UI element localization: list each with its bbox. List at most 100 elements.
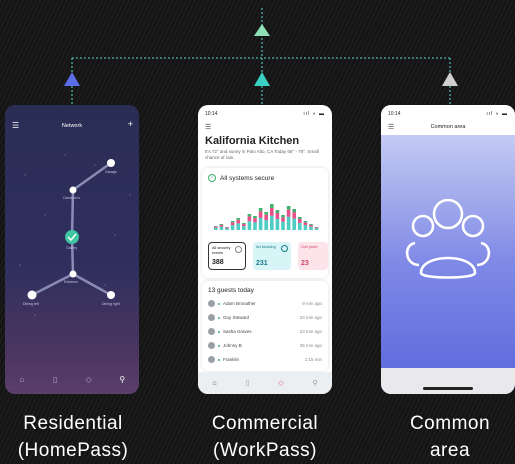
- online-dot-icon: [218, 359, 220, 361]
- guests-card[interactable]: 13 guests today Adam Bronather 9 min ago…: [202, 281, 328, 371]
- stat-value: 23: [301, 260, 309, 267]
- commercial-phone-screen: 10:14 ııl ◗ ▬ ☰ Kalifornia Kitchen It's …: [198, 105, 332, 394]
- network-icon[interactable]: ⚲: [112, 375, 132, 384]
- guests-title: 13 guests today: [208, 287, 254, 294]
- status-time: 10:14: [205, 111, 218, 117]
- chart-bar-segment: [303, 225, 308, 230]
- shield-icon[interactable]: ◇: [79, 375, 99, 384]
- chart-bar-segment: [270, 204, 274, 208]
- chart-bar-segment: [275, 219, 280, 230]
- menu-icon[interactable]: ☰: [205, 123, 211, 131]
- caption-line: Common: [409, 413, 491, 434]
- home-icon[interactable]: ⌂: [212, 380, 216, 387]
- chart-bar-segment: [214, 226, 218, 228]
- security-card[interactable]: ✓ All systems secure All security events…: [202, 168, 328, 278]
- stat-online-protection[interactable]: Onli prote 23: [298, 242, 328, 270]
- online-dot-icon: [218, 345, 220, 347]
- common-header: 10:14 ııl ◗ ▬ ☰ Common area: [381, 105, 515, 135]
- node-dining-right: [107, 291, 115, 299]
- chart-bar-segment: [298, 218, 302, 223]
- add-icon[interactable]: +: [128, 119, 133, 129]
- node-label-gallery: Gallery: [66, 246, 77, 250]
- chart-bar-segment: [309, 226, 313, 230]
- chart-bar-segment: [286, 216, 291, 230]
- online-dot-icon: [218, 317, 220, 319]
- stat-label: Ad blocking: [256, 245, 276, 249]
- security-bar-chart: [208, 193, 322, 231]
- stat-security-events[interactable]: All security events 388: [208, 242, 246, 270]
- chart-bar-segment: [314, 228, 319, 230]
- chart-bar-segment: [253, 216, 257, 219]
- chart-bar-segment: [236, 223, 240, 230]
- status-bar: 10:14 ııl ◗ ▬: [388, 111, 508, 119]
- stat-value: 231: [256, 260, 268, 267]
- avatar: [208, 328, 215, 335]
- stat-ad-blocking[interactable]: Ad blocking 231: [253, 242, 291, 270]
- commercial-bottom-nav: ⌂ ▯ ◇ ⚲: [198, 372, 332, 394]
- chart-bar-segment: [253, 218, 257, 223]
- caption-line: Residential: [23, 413, 123, 434]
- caption-line: Commercial: [211, 413, 319, 434]
- node-camerons: [69, 186, 77, 194]
- node-label-dining-right: Dining right: [102, 302, 120, 306]
- chart-bar-segment: [292, 212, 296, 219]
- online-dot-icon: [218, 331, 220, 333]
- chart-bar-segment: [230, 225, 235, 230]
- residential-arrow-icon: [64, 72, 80, 86]
- common-caption: Common area: [385, 410, 515, 464]
- chart-bar-segment: [247, 216, 252, 222]
- group-people-icon: [405, 198, 491, 279]
- residential-caption: Residential (HomePass): [0, 410, 146, 464]
- chart-bar-segment: [225, 228, 229, 230]
- guest-row[interactable]: Franklin 1:15 min: [208, 355, 322, 365]
- chart-bar-segment: [264, 220, 268, 230]
- shield-alert-icon[interactable]: ◇: [278, 379, 283, 387]
- chart-bar-segment: [247, 214, 252, 217]
- chart-bar-segment: [242, 226, 246, 230]
- chart-bar-segment: [270, 215, 274, 230]
- commercial-caption: Commercial (WorkPass): [190, 410, 340, 464]
- guest-row[interactable]: Guy Steward 23 min ago: [208, 313, 322, 323]
- chart-bar-segment: [264, 214, 268, 221]
- device-icon[interactable]: ▯: [45, 375, 65, 384]
- network-icon[interactable]: ⚲: [312, 379, 317, 387]
- home-indicator: [423, 387, 473, 390]
- chart-bar-segment: [219, 224, 224, 225]
- chart-bar-segment: [292, 209, 296, 213]
- node-label-camerons: Cameron's: [63, 196, 80, 200]
- guest-row[interactable]: Johnny B 35 min ago: [208, 341, 322, 351]
- network-connector-diagram: [64, 8, 458, 105]
- chart-bar-segment: [314, 227, 319, 229]
- chart-bar-segment: [258, 208, 263, 212]
- online-dot-icon: [218, 303, 220, 305]
- chart-bar-segment: [230, 222, 235, 226]
- location-title: Kalifornia Kitchen: [205, 135, 300, 147]
- caption-line: area: [429, 440, 471, 461]
- common-area-phone-screen: 10:14 ııl ◗ ▬ ☰ Common area: [381, 105, 515, 394]
- node-label-garage: Garage: [105, 170, 117, 174]
- chart-bar-segment: [281, 215, 285, 218]
- chart-bar-segment: [230, 221, 235, 223]
- guest-name: Guy Steward: [223, 315, 250, 320]
- guest-name: Sasha Graves: [223, 329, 252, 334]
- node-garage: [107, 159, 115, 167]
- common-footer: [381, 368, 515, 394]
- guest-time: 1:15 min: [304, 357, 322, 362]
- device-icon[interactable]: ▯: [246, 379, 250, 387]
- guest-row[interactable]: Sasha Graves 23 min ago: [208, 327, 322, 337]
- guest-time: 23 min ago: [299, 329, 322, 334]
- home-icon[interactable]: ⌂: [12, 375, 32, 384]
- status-time: 10:14: [388, 111, 401, 117]
- chart-bar-segment: [219, 226, 224, 230]
- avatar: [208, 356, 215, 363]
- guest-name: Johnny B: [223, 343, 242, 348]
- chart-bar-segment: [253, 222, 257, 230]
- chart-bar-segment: [242, 223, 246, 225]
- guest-name: Adam Bronather: [223, 301, 256, 306]
- stat-label: All security events: [212, 246, 231, 255]
- avatar: [208, 342, 215, 349]
- guest-row[interactable]: Adam Bronather 9 min ago: [208, 299, 322, 309]
- residential-bottom-nav: ⌂ ▯ ◇ ⚲: [5, 364, 139, 394]
- chart-bar-segment: [298, 217, 302, 219]
- status-bar: 10:14 ııl ◗ ▬: [205, 111, 325, 119]
